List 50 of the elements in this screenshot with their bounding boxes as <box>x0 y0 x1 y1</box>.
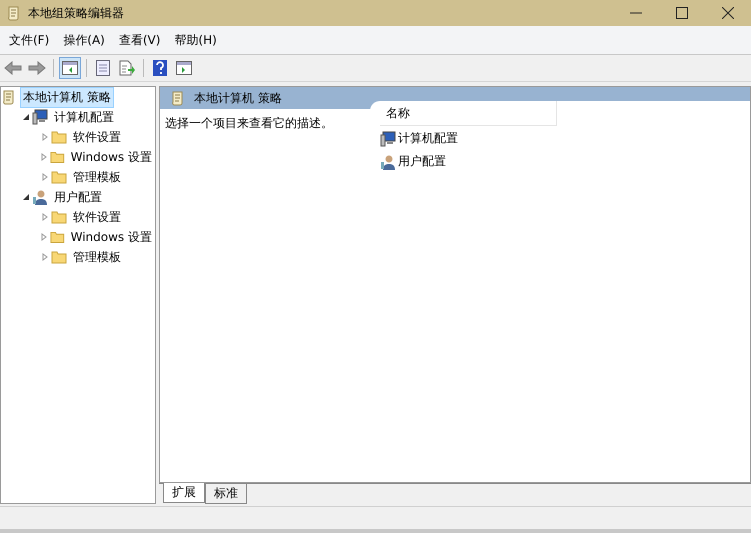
back-arrow-icon <box>4 61 22 75</box>
tree-item[interactable]: Windows 设置 <box>68 146 155 168</box>
help-icon <box>153 60 167 76</box>
tree-item[interactable]: 软件设置 <box>70 126 124 148</box>
folder-icon <box>51 170 67 184</box>
close-icon <box>722 7 734 19</box>
export-list-icon <box>119 60 135 76</box>
user-icon <box>32 189 48 205</box>
maximize-icon <box>676 7 688 19</box>
column-header[interactable]: 名称 <box>380 101 557 126</box>
tree-item[interactable]: 计算机配置 <box>51 106 117 128</box>
menu-item[interactable]: 文件(F) <box>2 32 56 48</box>
folder-icon <box>51 130 67 144</box>
expanded-arrow-icon[interactable] <box>22 113 30 121</box>
collapsed-arrow-icon[interactable] <box>40 233 48 241</box>
toolbar-button[interactable] <box>59 57 81 79</box>
tree-pane-icon <box>62 61 78 75</box>
tab[interactable]: 标准 <box>205 484 247 504</box>
pane-title: 本地计算机 策略 <box>194 90 282 106</box>
folder-icon <box>51 250 67 264</box>
action-pane-icon <box>176 61 192 75</box>
menu-item[interactable]: 查看(V) <box>112 32 168 48</box>
collapsed-arrow-icon[interactable] <box>40 153 48 161</box>
menu-item[interactable]: 操作(A) <box>56 32 112 48</box>
expanded-arrow-icon[interactable] <box>22 193 30 201</box>
folder-icon <box>51 210 67 224</box>
description-text: 选择一个项目来查看它的描述。 <box>164 115 334 132</box>
user-icon <box>380 154 396 170</box>
tree-item[interactable]: 管理模板 <box>70 246 124 268</box>
tab[interactable]: 扩展 <box>163 483 205 503</box>
tree-item[interactable]: Windows 设置 <box>68 226 155 248</box>
properties-icon <box>96 60 110 76</box>
collapsed-arrow-icon[interactable] <box>41 253 49 261</box>
tree-item[interactable]: 软件设置 <box>70 206 124 228</box>
minimize-icon <box>630 12 642 14</box>
computer-icon <box>32 109 48 125</box>
folder-icon <box>50 230 65 244</box>
collapsed-arrow-icon[interactable] <box>41 173 49 181</box>
tree-item[interactable]: 管理模板 <box>70 166 124 188</box>
tree-item[interactable]: 用户配置 <box>51 186 105 208</box>
tree-item[interactable]: 本地计算机 策略 <box>20 86 114 108</box>
menu-item[interactable]: 帮助(H) <box>167 32 224 48</box>
computer-icon <box>380 130 396 146</box>
window-title: 本地组策略编辑器 <box>28 4 125 22</box>
collapsed-arrow-icon[interactable] <box>41 133 49 141</box>
collapsed-arrow-icon[interactable] <box>41 213 49 221</box>
list-item[interactable]: 用户配置 <box>398 153 446 170</box>
forward-arrow-icon <box>28 61 46 75</box>
folder-icon <box>50 150 65 164</box>
list-item[interactable]: 计算机配置 <box>398 130 458 147</box>
